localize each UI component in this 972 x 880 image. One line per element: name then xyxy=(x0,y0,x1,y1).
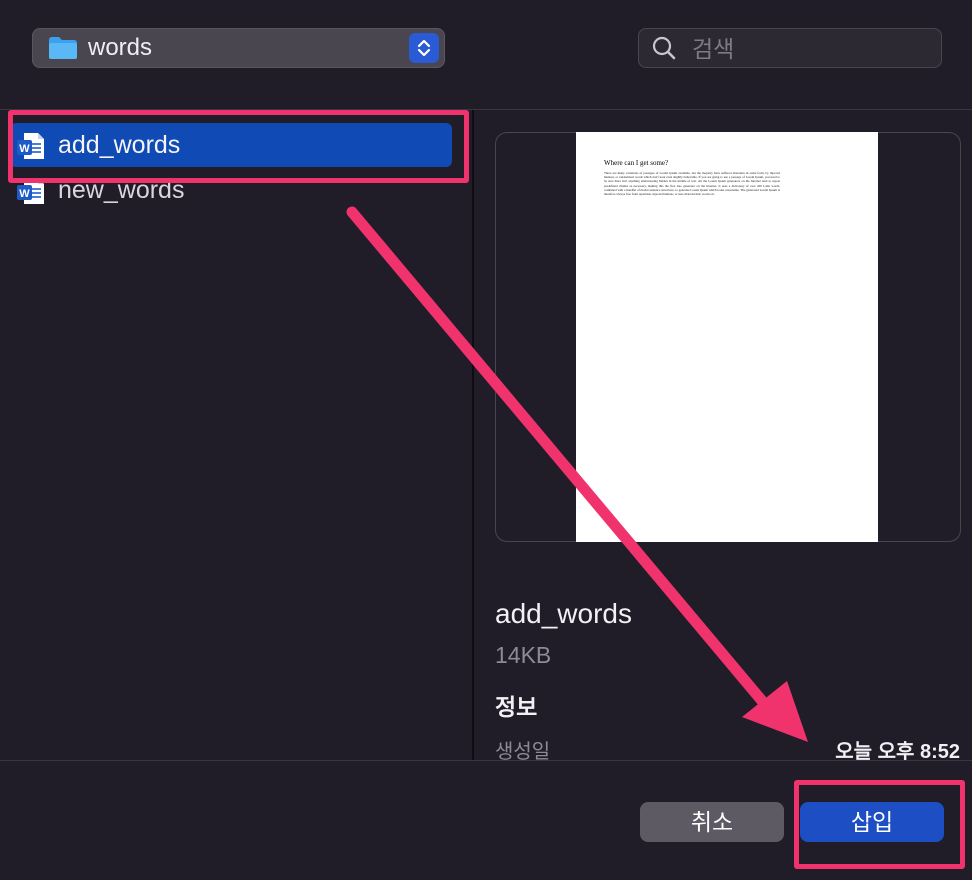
info-heading: 정보 xyxy=(495,694,538,720)
selected-file-size: 14KB xyxy=(495,642,552,668)
selected-file-name: add_words xyxy=(495,598,632,629)
annotation-highlight-file xyxy=(8,110,469,183)
file-list: W add_words W new_words xyxy=(0,110,472,760)
location-stepper[interactable] xyxy=(409,33,439,63)
chevron-up-down-icon xyxy=(417,39,431,57)
document-heading: Where can I get some? xyxy=(604,159,669,167)
dialog-toolbar: words xyxy=(0,0,972,110)
search-input[interactable] xyxy=(690,32,934,66)
cancel-button[interactable]: 취소 xyxy=(640,802,784,842)
folder-icon xyxy=(49,37,77,59)
svg-text:W: W xyxy=(19,188,30,200)
document-preview: Where can I get some? There are many var… xyxy=(576,132,878,542)
annotation-highlight-insert xyxy=(794,780,965,869)
pane-divider[interactable] xyxy=(472,110,474,760)
search-field[interactable] xyxy=(638,28,942,68)
location-popup-button[interactable]: words xyxy=(32,28,445,68)
location-label: words xyxy=(88,34,153,61)
document-body: There are many variations of passages of… xyxy=(604,171,780,197)
footer-divider xyxy=(0,760,972,761)
search-icon xyxy=(652,36,676,60)
